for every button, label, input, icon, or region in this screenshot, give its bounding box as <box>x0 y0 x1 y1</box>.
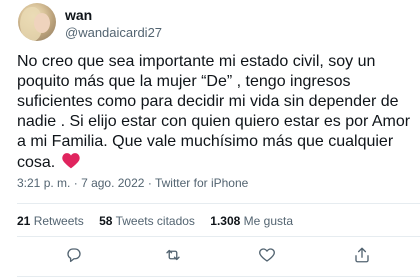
divider <box>17 276 420 277</box>
likes-label: Me gusta <box>243 214 294 228</box>
meta-separator: · <box>73 176 78 190</box>
quotes-stat[interactable]: 58 Tweets citados <box>99 214 195 228</box>
likes-count: 1.308 <box>210 214 241 228</box>
user-handle[interactable]: @wandaicardi27 <box>65 25 162 40</box>
display-name[interactable]: wan <box>65 7 92 23</box>
tweet-date[interactable]: 7 ago. 2022 <box>81 176 144 190</box>
meta-separator: · <box>147 176 152 190</box>
like-button[interactable] <box>254 244 280 270</box>
action-bar <box>0 244 420 270</box>
retweets-stat[interactable]: 21 Retweets <box>17 214 84 228</box>
divider <box>17 203 420 204</box>
heart-icon <box>258 246 276 269</box>
likes-stat[interactable]: 1.308 Me gusta <box>210 214 293 228</box>
avatar-face <box>34 13 50 33</box>
tweet-time[interactable]: 3:21 p. m. <box>17 176 70 190</box>
quotes-count: 58 <box>99 214 113 228</box>
avatar[interactable] <box>18 3 56 41</box>
retweet-icon <box>164 246 182 269</box>
quotes-label: Tweets citados <box>115 214 195 228</box>
tweet-meta: 3:21 p. m. · 7 ago. 2022 · Twitter for i… <box>17 176 248 190</box>
retweets-label: Retweets <box>33 214 84 228</box>
tweet-text: No creo que sea importante mi estado civ… <box>17 52 412 175</box>
share-icon <box>353 246 371 269</box>
red-heart-icon <box>61 152 81 175</box>
retweet-button[interactable] <box>160 244 186 270</box>
share-button[interactable] <box>349 244 375 270</box>
retweets-count: 21 <box>17 214 31 228</box>
tweet-stats: 21 Retweets 58 Tweets citados 1.308 Me g… <box>17 214 305 228</box>
reply-button[interactable] <box>61 244 87 270</box>
reply-icon <box>65 246 83 269</box>
tweet-source[interactable]: Twitter for iPhone <box>155 176 248 190</box>
divider <box>17 236 420 237</box>
